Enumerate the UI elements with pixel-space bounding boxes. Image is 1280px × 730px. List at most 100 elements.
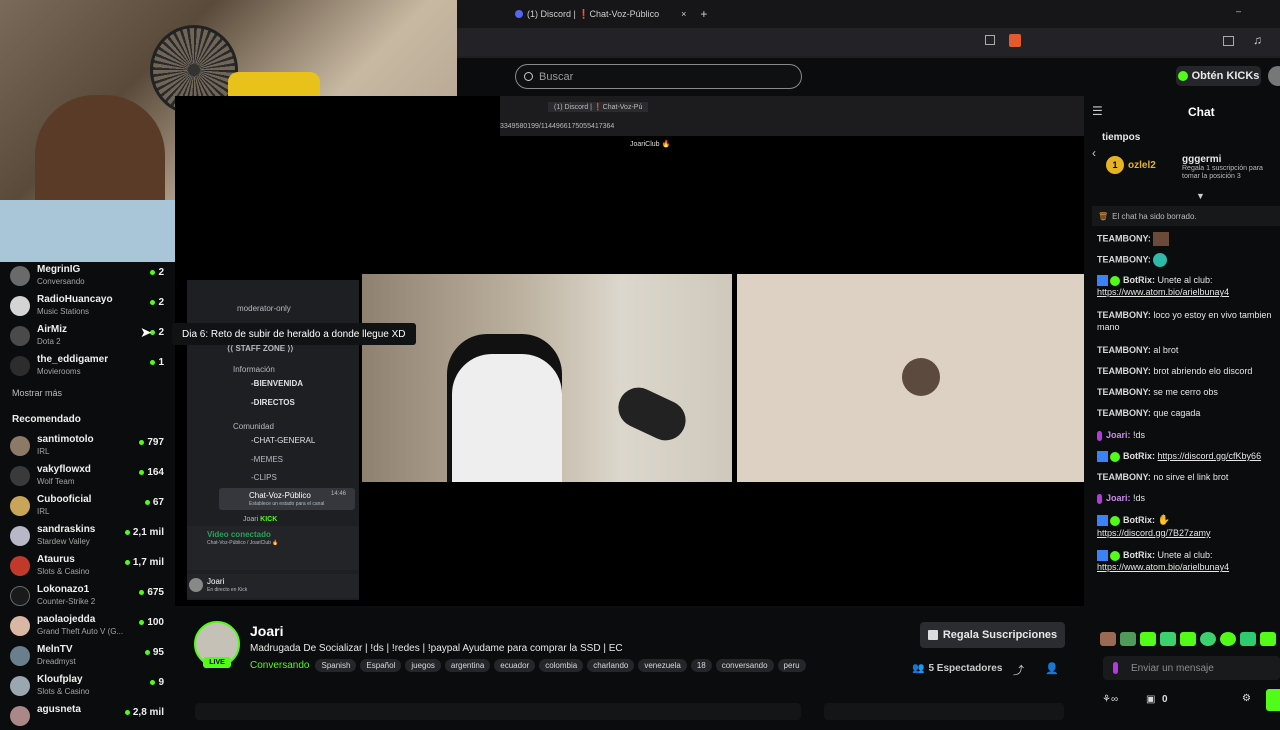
new-tab-button[interactable]: +	[700, 7, 707, 21]
emote-icon	[1153, 232, 1170, 246]
channel-chat-voz-publico[interactable]: Chat-Voz-Público 14:46 Establece un esta…	[219, 488, 355, 510]
channel-directos[interactable]: -DIRECTOS	[251, 398, 295, 407]
sidebar-channel-paolaojedda[interactable]: paolaojedda Grand Theft Auto V (G... 100	[10, 612, 168, 640]
chat-input[interactable]: Enviar un mensaje	[1103, 656, 1280, 680]
chat-message: TEAMBONY: no sirve el link brot	[1097, 472, 1229, 482]
chat-header: Chat	[1188, 105, 1215, 119]
chevron-left-icon[interactable]: ‹	[1092, 146, 1096, 160]
emote-icon[interactable]	[1140, 632, 1156, 646]
voice-user[interactable]: Joari KICK	[243, 516, 277, 523]
browser-tab[interactable]: (1) Discord | ❗Chat-Voz-Público × +	[515, 6, 707, 22]
live-dot-icon	[150, 679, 156, 685]
emote-icon[interactable]	[1120, 632, 1136, 646]
tag[interactable]: argentina	[444, 659, 491, 672]
sidebar-toggle-icon[interactable]	[1223, 36, 1234, 46]
follow-user-icon[interactable]: 👤	[1045, 662, 1059, 675]
tag[interactable]: conversando	[715, 659, 774, 672]
emote-icon[interactable]	[1260, 632, 1276, 646]
chat-message: BotRix: Unete al club: https://www.atom.b…	[1097, 275, 1230, 298]
sidebar-channel-ataurus[interactable]: Ataurus Slots & Casino 1,7 mil	[10, 552, 168, 580]
channel-name[interactable]: Joari	[250, 623, 283, 639]
live-badge: LIVE	[203, 657, 231, 668]
share-icon[interactable]	[985, 35, 995, 45]
tag[interactable]: 18	[690, 659, 712, 672]
discord-video-streamer	[362, 274, 732, 482]
show-more-link[interactable]: Mostrar más	[12, 388, 62, 398]
obtain-kicks-button[interactable]: Obtén KICKs	[1176, 66, 1261, 86]
tag[interactable]: juegos	[405, 659, 441, 672]
chat-footer: ⚘∞ ▣ 0 ⚙	[1100, 689, 1280, 711]
channel-moderator-only[interactable]: moderator-only	[237, 304, 291, 313]
bottom-bar-right	[824, 703, 1064, 720]
chat-message: Joari: !ds	[1097, 492, 1280, 504]
category-staff-zone: ⟨⟨ STAFF ZONE ⟩⟩	[227, 344, 294, 353]
emote-icon	[1153, 253, 1168, 267]
filter-icon[interactable]: ▼	[1196, 191, 1205, 201]
emote-icon[interactable]	[1180, 632, 1196, 646]
tag[interactable]: Español	[360, 659, 402, 672]
avatar	[10, 646, 30, 666]
music-icon[interactable]: ♫	[1253, 33, 1262, 47]
bot-badge-icon	[1097, 451, 1108, 463]
leaderboard-first: 1 ozlel2	[1106, 156, 1156, 174]
send-button[interactable]	[1266, 689, 1280, 711]
bot-badge-icon	[1097, 275, 1108, 287]
channel-bienvenida[interactable]: -BIENVENIDA	[251, 379, 303, 388]
chat-link[interactable]: https://discord.gg/7B27zamy	[1097, 528, 1211, 538]
avatar[interactable]	[189, 578, 203, 592]
tag[interactable]: venezuela	[638, 659, 687, 672]
mouse-cursor-icon: ➤	[140, 324, 152, 340]
avatar	[10, 556, 30, 576]
channel-chat-general[interactable]: -CHAT-GENERAL	[251, 436, 315, 445]
pinned-title: tiempos	[1102, 132, 1141, 143]
sidebar-channel-megriniG[interactable]: MegrinIG Conversando 2	[10, 262, 168, 290]
sidebar-channel-kloufplay[interactable]: Kloufplay Slots & Casino 9	[10, 672, 168, 700]
chat-link[interactable]: https://discord.gg/cfKby66	[1158, 451, 1262, 461]
sidebar-channel-radiohuancayo[interactable]: RadioHuancayo Music Stations 2	[10, 292, 168, 320]
emote-icon[interactable]	[1200, 632, 1216, 646]
channel-memes[interactable]: -MEMES	[251, 455, 283, 464]
brave-shield-icon[interactable]	[1009, 34, 1021, 47]
search-input[interactable]: Buscar	[515, 64, 802, 89]
tag[interactable]: ecuador	[494, 659, 536, 672]
sidebar-channel-agusneta[interactable]: agusneta 2,8 mil	[10, 702, 168, 730]
tag[interactable]: Spanish	[315, 659, 357, 672]
category-link[interactable]: Conversando	[250, 660, 309, 671]
tag[interactable]: charlando	[587, 659, 635, 672]
collapse-chat-icon[interactable]: ☰	[1092, 104, 1103, 118]
emote-icon[interactable]	[1220, 632, 1236, 646]
emote-icon[interactable]	[1100, 632, 1116, 646]
channel-points-icon[interactable]: ⚘∞	[1102, 694, 1118, 705]
points-count: 0	[1162, 694, 1168, 705]
share-icon[interactable]: ⤴	[1013, 662, 1024, 678]
live-dot-icon	[139, 439, 145, 445]
gift-subscriptions-button[interactable]: Regala Suscripciones	[920, 622, 1065, 648]
live-dot-icon	[150, 269, 156, 275]
emote-icon[interactable]	[1160, 632, 1176, 646]
tag[interactable]: colombia	[539, 659, 584, 672]
sidebar-channel-santimotolo[interactable]: santimotolo IRL 797	[10, 432, 168, 460]
sidebar-channel-sandraskins[interactable]: sandraskins Stardew Valley 2,1 mil	[10, 522, 168, 550]
settings-gear-icon[interactable]: ⚙	[1242, 693, 1251, 704]
minimize-icon[interactable]: –	[1236, 6, 1241, 16]
discord-video-avatar	[737, 274, 1084, 482]
gift-icon	[927, 630, 938, 640]
sidebar-channel-eddigamer[interactable]: the_eddigamer Movierooms 1	[10, 352, 168, 380]
category-informacion: Información	[233, 365, 275, 374]
tag[interactable]: peru	[777, 659, 806, 672]
sidebar-channel-meintv[interactable]: MelnTV Dreadmyst 95	[10, 642, 168, 670]
avatar	[10, 266, 30, 286]
sidebar-channel-lokonazo1[interactable]: Lokonazo1 Counter-Strike 2 675	[10, 582, 168, 610]
tab-close-icon[interactable]: ×	[681, 9, 686, 19]
live-dot-icon	[150, 359, 156, 365]
leaderboard-third: gggermi Regala 1 suscripción para tomar …	[1182, 154, 1263, 180]
live-dot-icon	[124, 559, 130, 565]
channel-clips[interactable]: -CLIPS	[251, 473, 277, 482]
emote-icon[interactable]	[1240, 632, 1256, 646]
live-dot-icon	[144, 499, 150, 505]
sidebar-channel-cubooficial[interactable]: Cubooficial IRL 67	[10, 492, 168, 520]
chat-link[interactable]: https://www.atom.bio/arielbunay4	[1097, 562, 1229, 572]
inner-tab-title: (1) Discord | ❗Chat-Voz-Pú	[548, 102, 649, 112]
chat-link[interactable]: https://www.atom.bio/arielbunay4	[1097, 287, 1229, 297]
sidebar-channel-vakyflowxd[interactable]: vakyflowxd Wolf Team 164	[10, 462, 168, 490]
